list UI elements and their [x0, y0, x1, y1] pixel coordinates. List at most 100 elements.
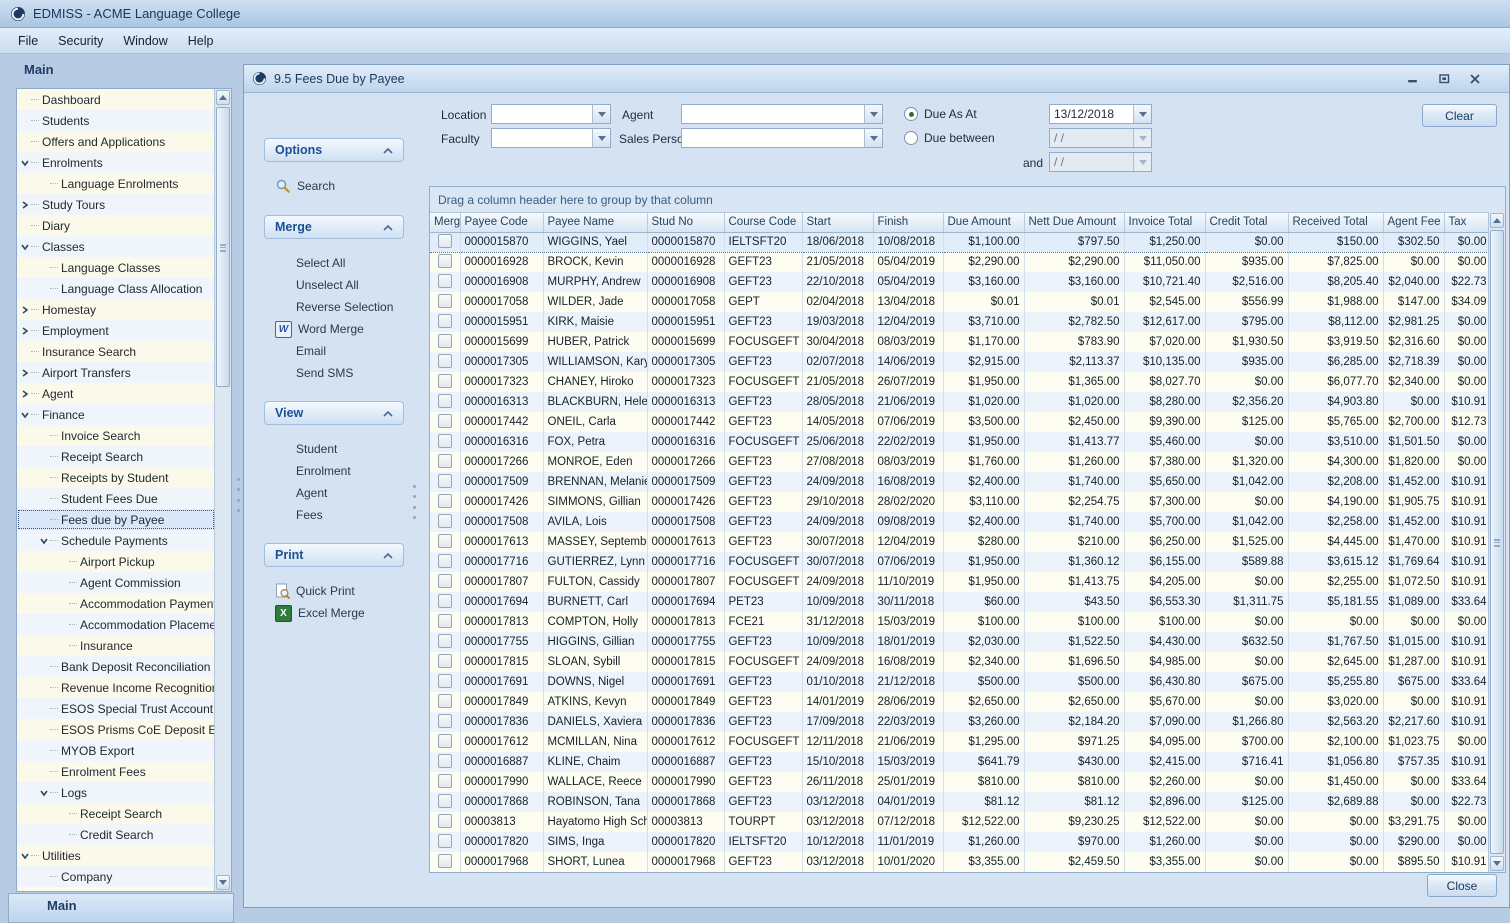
- sidebar-footer-main[interactable]: Main: [8, 893, 234, 923]
- due-between-radio[interactable]: Due between: [904, 131, 995, 145]
- column-header-payee-name[interactable]: Payee Name: [543, 213, 647, 232]
- collapse-icon[interactable]: [38, 536, 50, 546]
- merge-checkbox[interactable]: [438, 434, 452, 448]
- sidebar-item-employment[interactable]: Employment: [17, 320, 215, 341]
- merge-checkbox[interactable]: [438, 654, 452, 668]
- table-row[interactable]: 00003813Hayatomo High Schoo00003813TOURP…: [430, 812, 1491, 832]
- merge-checkbox[interactable]: [438, 314, 452, 328]
- merge-checkbox[interactable]: [438, 754, 452, 768]
- merge-checkbox[interactable]: [438, 854, 452, 868]
- sidebar-item-insurance[interactable]: Insurance: [17, 635, 215, 656]
- table-row[interactable]: 0000015951KIRK, Maisie0000015951GEFT2319…: [430, 312, 1491, 332]
- merge-checkbox[interactable]: [438, 354, 452, 368]
- merge-checkbox[interactable]: [438, 254, 452, 268]
- sidebar-item-agent-commission[interactable]: Agent Commission: [17, 572, 215, 593]
- panel-header-merge[interactable]: Merge: [264, 215, 404, 239]
- sidebar-item-company[interactable]: Company: [17, 866, 215, 887]
- panel-header-options[interactable]: Options: [264, 138, 404, 162]
- table-row[interactable]: 0000017323CHANEY, Hiroko0000017323FOCUSG…: [430, 372, 1491, 392]
- merge-checkbox[interactable]: [438, 714, 452, 728]
- sidebar-item-agent[interactable]: Agent: [17, 383, 215, 404]
- collapse-icon[interactable]: [19, 158, 31, 168]
- chevron-down-icon[interactable]: [592, 129, 610, 147]
- table-row[interactable]: 0000017807FULTON, Cassidy0000017807FOCUS…: [430, 572, 1491, 592]
- merge-checkbox[interactable]: [438, 454, 452, 468]
- merge-checkbox[interactable]: [438, 494, 452, 508]
- table-row[interactable]: 0000016316FOX, Petra0000016316FOCUSGEFT2…: [430, 432, 1491, 452]
- column-header-tax[interactable]: Tax: [1444, 213, 1491, 232]
- collapse-icon[interactable]: [19, 851, 31, 861]
- merge-checkbox[interactable]: [438, 334, 452, 348]
- table-row[interactable]: 0000017613MASSEY, September0000017613GEF…: [430, 532, 1491, 552]
- merge-checkbox[interactable]: [438, 474, 452, 488]
- sidebar-item-logs[interactable]: Logs: [17, 782, 215, 803]
- unselect-all-button[interactable]: Unselect All: [264, 274, 404, 296]
- collapse-icon[interactable]: [19, 410, 31, 420]
- menu-security[interactable]: Security: [48, 31, 113, 51]
- table-row[interactable]: 0000017968SHORT, Lunea0000017968GEFT2303…: [430, 852, 1491, 872]
- sidebar-item-accommodation-payment[interactable]: Accommodation Payment: [17, 593, 215, 614]
- merge-checkbox[interactable]: [438, 774, 452, 788]
- agent-button[interactable]: Agent: [264, 482, 404, 504]
- word-merge-button[interactable]: WWord Merge: [264, 318, 404, 340]
- table-row[interactable]: 0000016928BROCK, Kevin0000016928GEFT2321…: [430, 252, 1491, 272]
- column-header-agent-fee[interactable]: Agent Fee: [1383, 213, 1444, 232]
- sidebar-item-bank-deposit-reconciliation[interactable]: Bank Deposit Reconciliation: [17, 656, 215, 677]
- chevron-up-icon[interactable]: [383, 406, 393, 420]
- sidebar-scrollbar[interactable]: [214, 89, 231, 891]
- merge-checkbox[interactable]: [438, 294, 452, 308]
- close-icon[interactable]: [1463, 70, 1487, 88]
- scroll-up-icon[interactable]: [216, 90, 230, 105]
- student-button[interactable]: Student: [264, 438, 404, 460]
- sidebar-item-study-tours[interactable]: Study Tours: [17, 194, 215, 215]
- table-row[interactable]: 0000015870WIGGINS, Yael0000015870IELTSFT…: [430, 232, 1491, 252]
- sidebar-item-schedule-payments[interactable]: Schedule Payments: [17, 530, 215, 551]
- sidebar-item-student-fees-due[interactable]: Student Fees Due: [17, 488, 215, 509]
- minimize-icon[interactable]: [1401, 70, 1425, 88]
- sidebar-item-language-classes[interactable]: Language Classes: [17, 257, 215, 278]
- table-row[interactable]: 0000017755HIGGINS, Gillian0000017755GEFT…: [430, 632, 1491, 652]
- scroll-down-icon[interactable]: [216, 875, 230, 890]
- chevron-down-icon[interactable]: [864, 129, 882, 147]
- scroll-up-icon[interactable]: [1490, 213, 1504, 228]
- table-row[interactable]: 0000017716GUTIERREZ, Lynn0000017716FOCUS…: [430, 552, 1491, 572]
- panel-header-print[interactable]: Print: [264, 543, 404, 567]
- chevron-up-icon[interactable]: [383, 548, 393, 562]
- collapse-icon[interactable]: [19, 242, 31, 252]
- merge-checkbox[interactable]: [438, 674, 452, 688]
- sidebar-item-airport-pickup[interactable]: Airport Pickup: [17, 551, 215, 572]
- sidebar-item-language-class-allocation[interactable]: Language Class Allocation: [17, 278, 215, 299]
- sidebar-item-esos-prisms-coe-deposit-expor[interactable]: ESOS Prisms CoE Deposit Expor: [17, 719, 215, 740]
- fees-button[interactable]: Fees: [264, 504, 404, 526]
- panel-header-view[interactable]: View: [264, 401, 404, 425]
- expand-icon[interactable]: [19, 305, 31, 315]
- sidebar-item-students[interactable]: Students: [17, 110, 215, 131]
- sidebar-item-homestay[interactable]: Homestay: [17, 299, 215, 320]
- table-row[interactable]: 0000017509BRENNAN, Melanie0000017509GEFT…: [430, 472, 1491, 492]
- merge-checkbox[interactable]: [438, 834, 452, 848]
- column-header-finish[interactable]: Finish: [873, 213, 943, 232]
- sidebar-item-myob-export[interactable]: MYOB Export: [17, 740, 215, 761]
- table-row[interactable]: 0000017694BURNETT, Carl0000017694PET2310…: [430, 592, 1491, 612]
- due-between-date-to[interactable]: / /: [1049, 152, 1152, 172]
- sidebar-item-insurance-search[interactable]: Insurance Search: [17, 341, 215, 362]
- sidebar-item-esos-special-trust-account[interactable]: ESOS Special Trust Account: [17, 698, 215, 719]
- select-all-button[interactable]: Select All: [264, 252, 404, 274]
- merge-checkbox[interactable]: [438, 414, 452, 428]
- table-row[interactable]: 0000017442ONEIL, Carla0000017442GEFT2314…: [430, 412, 1491, 432]
- menu-help[interactable]: Help: [178, 31, 224, 51]
- restore-icon[interactable]: [1432, 70, 1456, 88]
- due-as-at-radio[interactable]: Due As At: [904, 107, 977, 121]
- column-header-merge[interactable]: Merge: [430, 213, 460, 232]
- merge-checkbox[interactable]: [438, 594, 452, 608]
- scrollbar-thumb[interactable]: [216, 107, 230, 387]
- location-select[interactable]: [491, 104, 611, 124]
- table-row[interactable]: 0000017990WALLACE, Reece0000017990GEFT23…: [430, 772, 1491, 792]
- sidebar-splitter-grip[interactable]: [236, 478, 241, 512]
- sidebar-item-credit-search[interactable]: Credit Search: [17, 824, 215, 845]
- sidebar-item-utilities[interactable]: Utilities: [17, 845, 215, 866]
- column-header-received-total[interactable]: Received Total: [1288, 213, 1383, 232]
- table-row[interactable]: 0000017612MCMILLAN, Nina0000017612FOCUSG…: [430, 732, 1491, 752]
- table-row[interactable]: 0000017426SIMMONS, Gillian0000017426GEFT…: [430, 492, 1491, 512]
- column-header-invoice-total[interactable]: Invoice Total: [1124, 213, 1205, 232]
